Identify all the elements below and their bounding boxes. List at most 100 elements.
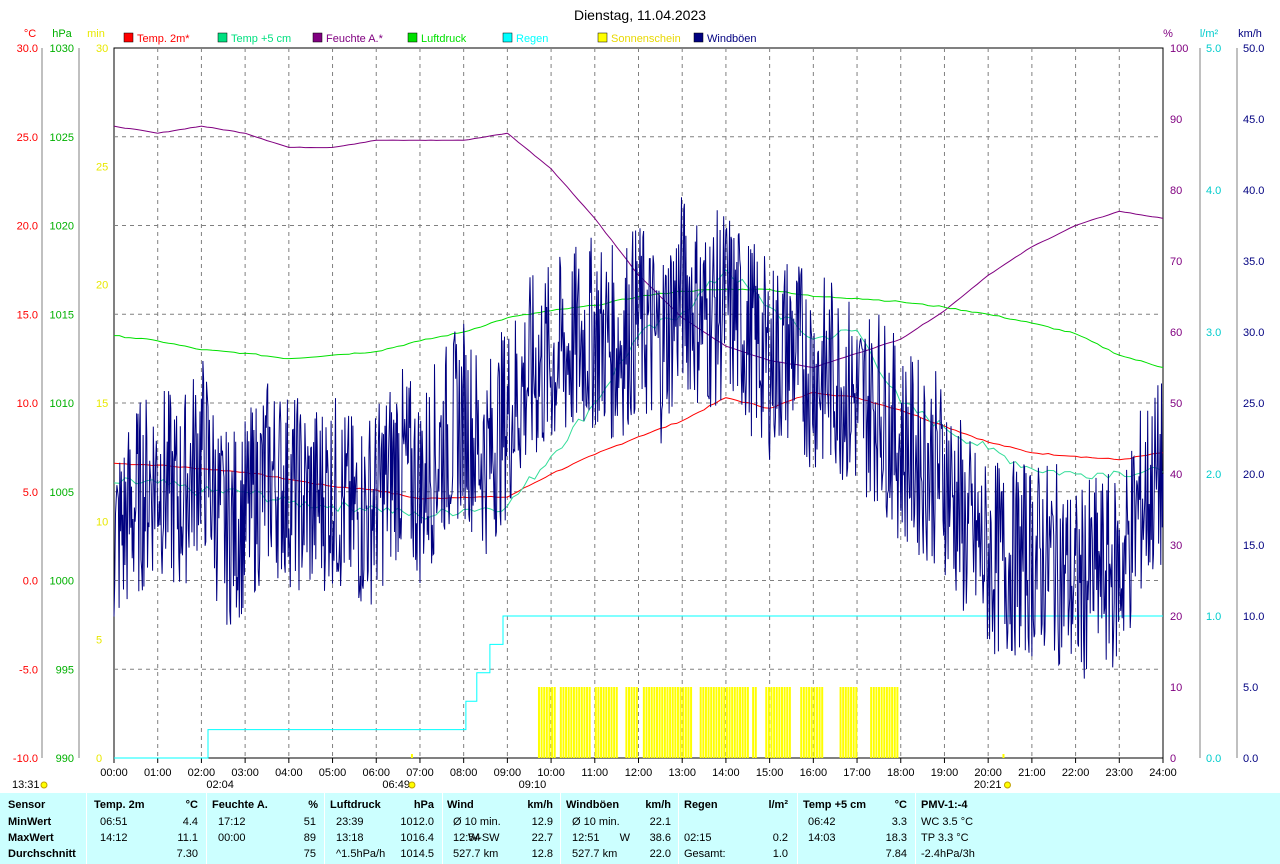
axis-tick-sun_min: 10 (96, 516, 108, 528)
axis-tick-pressure: 995 (56, 664, 74, 676)
legend-swatch (597, 32, 608, 43)
axis-tick-temp: -10.0 (13, 753, 38, 765)
stats-cell-t5-val: 7.84 (885, 848, 907, 860)
sunshine-bar (567, 687, 570, 758)
stats-cell-gust-val: 22.1 (649, 816, 671, 828)
stats-header: Feuchte A. (212, 799, 268, 811)
sunshine-bar (775, 687, 778, 758)
stats-cell-wind-val: 22.7 (531, 832, 553, 844)
sunshine-bar (575, 687, 578, 758)
sunshine-bar (818, 687, 821, 758)
sunshine-bar (767, 687, 770, 758)
axis-tick-sun_min: 20 (96, 280, 108, 292)
sunshine-bar (597, 687, 600, 758)
sunshine-bar (855, 687, 858, 758)
axis-tick-humidity: 50 (1170, 398, 1182, 410)
sunshine-bar (842, 687, 845, 758)
sunshine-bar (650, 687, 653, 758)
stats-cell-rain-val: 1.0 (772, 848, 788, 860)
sunshine-bar (888, 687, 891, 758)
sunshine-bar (891, 687, 894, 758)
stats-header-unit: °C (185, 799, 198, 811)
sunshine-bar (553, 687, 556, 758)
x-tick-label: 16:00 (800, 767, 828, 779)
legend-swatch (123, 32, 134, 43)
chart-title: Dienstag, 11.04.2023 (574, 7, 706, 23)
sunshine-bar (648, 687, 651, 758)
stats-cell-rain-time: 02:15 (684, 832, 712, 844)
stats-header: Regen (684, 799, 718, 811)
sunshine-bar (562, 687, 565, 758)
legend-swatch (407, 32, 418, 43)
axis-unit-rain: l/m² (1200, 28, 1219, 40)
axis-unit-wind: km/h (1238, 28, 1262, 40)
axis-tick-rain: 2.0 (1206, 469, 1221, 481)
x-tick-label: 08:00 (450, 767, 478, 779)
stats-header: Temp. 2m (94, 799, 145, 811)
legend-label: Feuchte A.* (326, 33, 384, 45)
chart-background (0, 0, 1280, 793)
x-tick-label: 02:00 (188, 767, 216, 779)
sunshine-bar (602, 687, 605, 758)
sunshine-bar (690, 687, 693, 758)
axis-tick-humidity: 20 (1170, 611, 1182, 623)
sunshine-bar (731, 687, 734, 758)
sunshine-bar (844, 687, 847, 758)
stats-cell-wind-dir: W-SW (468, 832, 500, 844)
sunshine-bar (699, 687, 702, 758)
stats-cell-rain-time: Gesamt: (684, 848, 726, 860)
sunshine-bar (674, 687, 677, 758)
axis-tick-temp: 5.0 (23, 487, 38, 499)
stats-cell-press-time: ^1.5hPa/h (336, 848, 386, 860)
sunshine-bar (653, 687, 656, 758)
stats-cell-hum-time: 17:12 (218, 816, 246, 828)
sunshine-bar (625, 687, 628, 758)
axis-tick-rain: 4.0 (1206, 185, 1221, 197)
stats-separator (915, 793, 916, 864)
axis-tick-humidity: 10 (1170, 682, 1182, 694)
axis-tick-temp: 25.0 (17, 132, 38, 144)
axis-tick-temp: 10.0 (17, 398, 38, 410)
axis-tick-humidity: 30 (1170, 540, 1182, 552)
sunshine-bar (671, 687, 674, 758)
stats-cell-press-val: 1012.0 (400, 816, 434, 828)
sunshine-bar (885, 687, 888, 758)
stats-row-label: MaxWert (8, 832, 54, 844)
axis-tick-pressure: 1005 (50, 487, 74, 499)
rain-end-label: 09:10 (519, 779, 547, 791)
sunshine-bar (543, 687, 546, 758)
axis-tick-wind: 20.0 (1243, 469, 1264, 481)
weather-chart: Dienstag, 11.04.2023 Temp. 2m* Temp +5 cm… (0, 0, 1280, 793)
stats-cell-hum-val: 51 (303, 816, 316, 828)
stats-cell-wind-time: 527.7 km (453, 848, 499, 860)
time-now-label: 13:31 (12, 779, 40, 791)
sunshine-bar (773, 687, 776, 758)
sunshine-bar (839, 687, 842, 758)
x-tick-label: 24:00 (1149, 767, 1177, 779)
x-tick-label: 13:00 (668, 767, 696, 779)
axis-tick-pressure: 1020 (50, 221, 74, 233)
axis-tick-pressure: 1025 (50, 132, 74, 144)
sunshine-bar (666, 687, 669, 758)
sunshine-bar (661, 687, 664, 758)
sunshine-bar (813, 687, 816, 758)
axis-tick-wind: 5.0 (1243, 682, 1258, 694)
sunshine-bar (613, 687, 616, 758)
stats-cell-gust-dir: W (619, 832, 630, 844)
stats-header: PMV-1:-4 (921, 799, 968, 811)
axis-tick-sun_min: 30 (96, 43, 108, 55)
sunshine-bar (707, 687, 710, 758)
stats-header-unit: °C (894, 799, 907, 811)
x-tick-label: 09:00 (494, 767, 522, 779)
legend-label: Sonnenschein (611, 33, 681, 45)
stats-cell-t5-val: 18.3 (885, 832, 907, 844)
axis-unit-sun: min (87, 28, 105, 40)
stats-cell-press-time: 23:39 (336, 816, 364, 828)
axis-tick-humidity: 70 (1170, 256, 1182, 268)
sunshine-bar (725, 687, 728, 758)
stats-cell-press-time: 13:18 (336, 832, 364, 844)
sunshine-bar (744, 687, 747, 758)
sunshine-bar (754, 687, 757, 758)
sunshine-bar (778, 687, 781, 758)
stats-header: Windböen (566, 799, 620, 811)
